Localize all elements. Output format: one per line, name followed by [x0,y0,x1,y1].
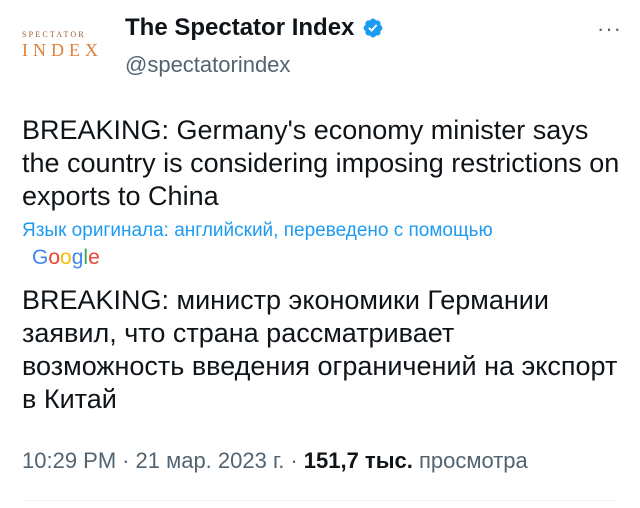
verified-badge-icon [363,18,383,38]
author-handle[interactable]: @spectatorindex [125,52,290,78]
author-name-link[interactable]: The Spectator Index [125,14,384,42]
google-logo-letter: o [60,246,72,269]
more-options-icon[interactable]: ··· [597,16,622,42]
tweet-meta: 10:29 PM · 21 мар. 2023 г. · 151,7 тыс. прос… [22,448,528,474]
google-logo[interactable]: Google [32,246,100,270]
tweet-date[interactable]: 21 мар. 2023 г. [136,448,285,473]
views-count[interactable]: 151,7 тыс. [304,448,413,473]
tweet-time[interactable]: 10:29 PM [22,448,116,473]
translation-note[interactable]: Язык оригинала: английский, переведено с… [22,220,493,242]
tweet-card: SPECTATOR INDEX The Spectator Index @spe… [0,0,640,508]
meta-separator: · [290,448,298,473]
google-logo-letter: G [32,246,49,269]
avatar[interactable]: SPECTATOR INDEX [22,18,104,68]
author-name: The Spectator Index [125,14,355,41]
google-logo-letter: g [71,246,84,269]
google-logo-letter: e [88,246,100,269]
meta-separator: · [122,448,130,473]
divider [22,500,618,501]
google-logo-letter: o [48,246,61,269]
tweet-text: BREAKING: Germany's economy minister say… [22,115,620,211]
avatar-text-bottom: INDEX [22,40,103,60]
views-label[interactable]: просмотра [419,448,528,473]
avatar-text-top: SPECTATOR [22,30,86,39]
translated-tweet-text: BREAKING: министр экономики Германии зая… [22,285,618,414]
